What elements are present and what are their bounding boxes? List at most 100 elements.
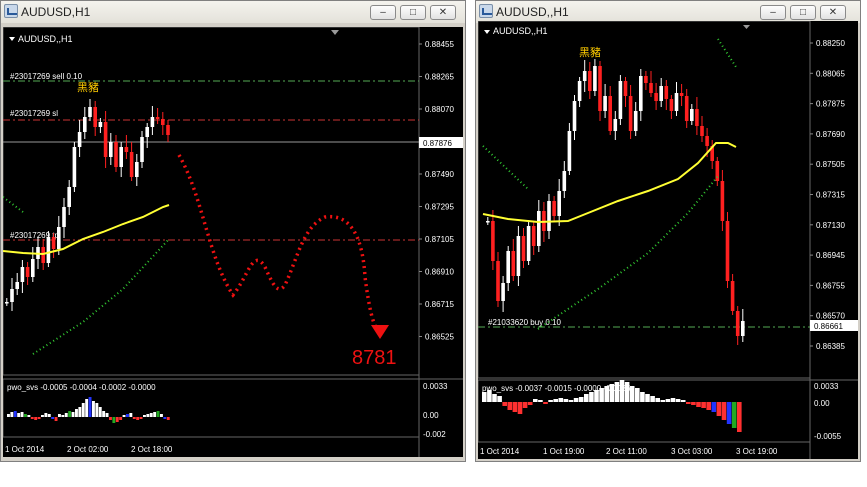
candle [618,81,623,119]
price-scale-label: 0.86570 [816,312,845,321]
candle [166,125,170,135]
chart-window-right: AUDUSD,,H1 – □ ✕ AUDUSD,,H1 #21033620 bu… [475,0,861,462]
symbol-label: AUDUSD,,H1 [493,26,548,36]
candle [150,117,155,127]
price-scale[interactable]: 0.88250 0.88065 0.87875 0.87690 0.87505 0.873… [810,39,845,351]
time-label-4: 3 Oct 03:00 [671,447,713,456]
histogram-bar [538,400,543,402]
histogram-bar [502,402,507,406]
maximize-button[interactable]: □ [400,5,426,20]
price-scale[interactable]: 0.884550.882650.880700.876850.874900.872… [419,40,454,342]
indicator-level-zero: 0.00 [423,411,439,420]
candle [700,126,704,136]
histogram-bar [691,402,696,405]
histogram-bar [41,415,44,417]
histogram-bar [153,412,157,417]
histogram-bar [163,417,167,419]
chart-area[interactable]: AUDUSD,,H1 #23017269 sell 0.10 #23017269… [3,27,463,457]
time-label-1: 1 Oct 2014 [480,447,520,456]
candle [161,119,165,125]
histogram-bar [119,417,123,420]
candle [557,191,561,216]
window-title: AUDUSD,,H1 [496,5,569,19]
histogram-bar [517,402,523,414]
minimize-button[interactable]: – [760,5,786,20]
histogram-bar [527,402,533,405]
maximize-button[interactable]: □ [790,5,816,20]
candle [25,267,30,277]
title-bar[interactable]: AUDUSD,,H1 – □ ✕ [476,1,860,23]
sar-dots-top [3,196,24,213]
sar-dots-top-right [717,38,737,68]
candle [521,236,526,261]
histogram-bar [482,392,487,402]
candle [135,162,139,177]
price-scale-label: 0.86755 [816,281,845,290]
moving-average-line [3,204,170,256]
candle [511,251,516,276]
candle [582,71,587,81]
price-scale-label: 0.87295 [425,203,454,212]
candle [684,96,689,121]
price-scale-label: 0.88265 [425,73,454,82]
chart-shift-marker [743,25,750,29]
histogram-bar [675,399,681,402]
candle [119,147,123,167]
candle [41,247,45,263]
price-scale-label: 0.86715 [425,300,454,309]
price-scale-label: 0.87490 [425,170,454,179]
candle [20,267,25,282]
histogram-bar [563,399,569,402]
histogram-bar [136,417,140,420]
candle [613,119,618,131]
histogram-bar [68,411,72,417]
histogram-bar [122,415,126,417]
price-scale-label: 0.88250 [816,39,845,48]
histogram-bar [594,390,599,402]
candle [51,237,56,249]
histogram-bar [146,414,150,417]
candle [140,137,144,162]
histogram-bar [78,407,82,417]
histogram-bar [548,400,553,402]
minimize-button[interactable]: – [370,5,396,20]
candle [506,251,510,283]
histogram-bar [512,402,518,412]
candle [57,227,61,249]
histogram-bar [578,397,584,402]
close-button[interactable]: ✕ [430,5,456,20]
candle [124,147,129,152]
price-scale-label: 0.87875 [816,100,845,109]
chart-area[interactable]: AUDUSD,,H1 #21033620 buy 0.10 黑豬 0.88250… [478,21,858,459]
title-bar[interactable]: AUDUSD,H1 – □ ✕ [1,1,465,23]
price-scale-label: 0.86910 [425,268,454,277]
time-label-3: 2 Oct 18:00 [131,445,173,454]
indicator-label: pwo_svs -0.0005 -0.0004 -0.0002 -0.0000 [7,383,156,392]
price-chart-svg: AUDUSD,,H1 #21033620 buy 0.10 黑豬 0.88250… [478,21,858,459]
histogram-bar [522,402,528,408]
histogram-bar [85,399,89,417]
candle [83,117,87,132]
histogram-bar [655,398,660,402]
histogram-bar [645,394,650,402]
candle [741,321,745,336]
histogram-bar [640,392,645,402]
close-button[interactable]: ✕ [820,5,846,20]
indicator-level-bottom: -0.0055 [814,432,842,441]
histogram-bar [88,397,92,417]
histogram-bar [731,402,737,428]
histogram-bar [132,417,136,419]
candle [572,101,577,131]
histogram-bar [706,402,711,410]
histogram-bar [584,394,589,402]
candle [62,207,66,227]
histogram-bar [589,392,594,402]
candle [720,181,725,221]
candle [725,221,730,281]
histogram-bar [95,403,99,417]
candle [588,71,592,91]
histogram-bar [115,417,119,422]
histogram-bar [81,403,85,417]
candle [598,66,602,111]
candle [129,152,134,177]
